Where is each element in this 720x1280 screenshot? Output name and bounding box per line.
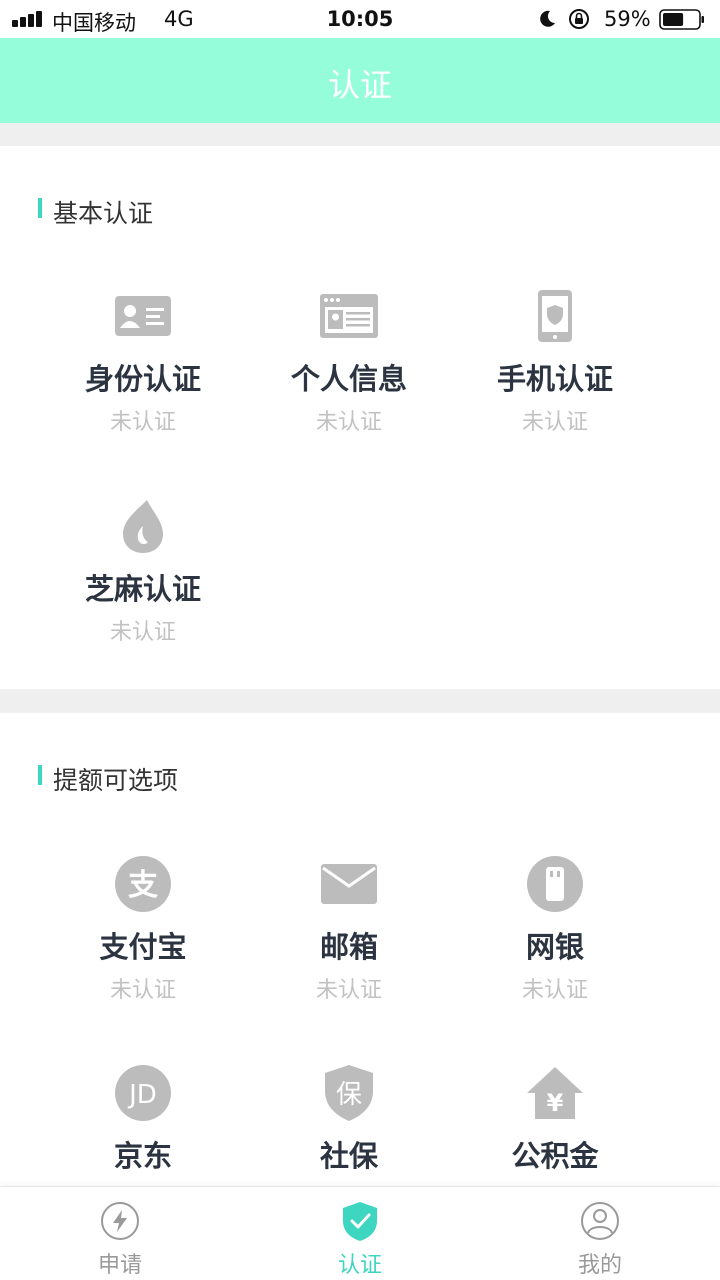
basic-auth-section: 基本认证 身份认证 未认证 个人信息 未认证 手机认证 未认证 芝麻认证 未认证	[0, 146, 720, 689]
auth-item-status: 未认证	[109, 410, 176, 435]
auth-item-status: 未认证	[109, 978, 176, 1003]
section-title: 基本认证	[53, 199, 154, 228]
user-icon	[581, 1202, 619, 1240]
section-accent-bar	[38, 198, 42, 218]
lightning-icon	[101, 1202, 139, 1240]
auth-item-identity[interactable]: 身份认证 未认证	[40, 286, 246, 476]
auth-item-name: 芝麻认证	[84, 572, 201, 606]
auth-item-name: 公积金	[511, 1139, 599, 1173]
header-bar: 认证	[0, 38, 720, 123]
svg-text:保: 保	[336, 1080, 362, 1110]
housing-fund-icon: ¥	[527, 1067, 583, 1119]
auth-item-name: 社保	[319, 1139, 378, 1173]
auth-item-name: 手机认证	[496, 362, 613, 396]
status-bar: 中国移动 4G 10:05 59%	[0, 0, 720, 38]
tab-apply[interactable]: 申请	[40, 1187, 200, 1280]
battery-percent: 59%	[604, 7, 651, 31]
auth-item-email[interactable]: 邮箱 未认证	[246, 854, 452, 1044]
auth-item-status: 未认证	[521, 978, 588, 1003]
svg-text:¥: ¥	[547, 1089, 564, 1117]
page-title: 认证	[327, 66, 392, 104]
alipay-icon: 支	[115, 856, 171, 912]
auth-item-online-bank[interactable]: 网银 未认证	[452, 854, 658, 1044]
auth-item-alipay[interactable]: 支 支付宝 未认证	[40, 854, 246, 1044]
auth-item-name: 网银	[525, 930, 584, 964]
svg-text:支: 支	[128, 868, 158, 903]
svg-text:JD: JD	[127, 1080, 157, 1110]
tab-label: 我的	[577, 1253, 622, 1278]
mail-icon	[321, 864, 377, 904]
moon-icon	[540, 10, 555, 27]
tab-auth[interactable]: 认证	[280, 1187, 440, 1280]
auth-item-name: 支付宝	[99, 930, 187, 964]
tab-mine[interactable]: 我的	[520, 1187, 680, 1280]
bottom-tab-bar: 申请 认证 我的	[0, 1186, 720, 1280]
auth-item-sesame[interactable]: 芝麻认证 未认证	[40, 496, 246, 686]
auth-item-personal-info[interactable]: 个人信息 未认证	[246, 286, 452, 476]
shield-check-icon	[343, 1202, 377, 1241]
auth-item-status: 未认证	[315, 978, 382, 1003]
rotation-lock-icon	[569, 9, 589, 29]
section-accent-bar	[38, 765, 42, 785]
battery-icon	[659, 9, 704, 30]
auth-item-name: 个人信息	[290, 362, 407, 396]
auth-item-status: 未认证	[521, 410, 588, 435]
auth-item-status: 未认证	[315, 410, 382, 435]
personal-info-icon	[320, 294, 378, 338]
auth-item-status: 未认证	[109, 620, 176, 645]
phone-shield-icon	[538, 290, 572, 342]
auth-item-name: 京东	[113, 1139, 172, 1173]
sesame-icon	[123, 500, 163, 553]
jd-icon: JD	[115, 1065, 171, 1121]
section-title: 提额可选项	[53, 766, 179, 795]
optional-auth-section: 提额可选项 支 支付宝 未认证 邮箱 未认证 网银 未认证 JD 京东 保 社保…	[0, 713, 720, 1193]
social-security-icon: 保	[325, 1065, 373, 1121]
tab-label: 认证	[337, 1253, 382, 1278]
tab-label: 申请	[97, 1253, 142, 1278]
bank-card-icon	[527, 856, 583, 912]
auth-item-name: 身份认证	[84, 362, 201, 396]
auth-item-name: 邮箱	[319, 930, 378, 964]
auth-item-phone[interactable]: 手机认证 未认证	[452, 286, 658, 476]
id-card-icon	[115, 296, 171, 336]
